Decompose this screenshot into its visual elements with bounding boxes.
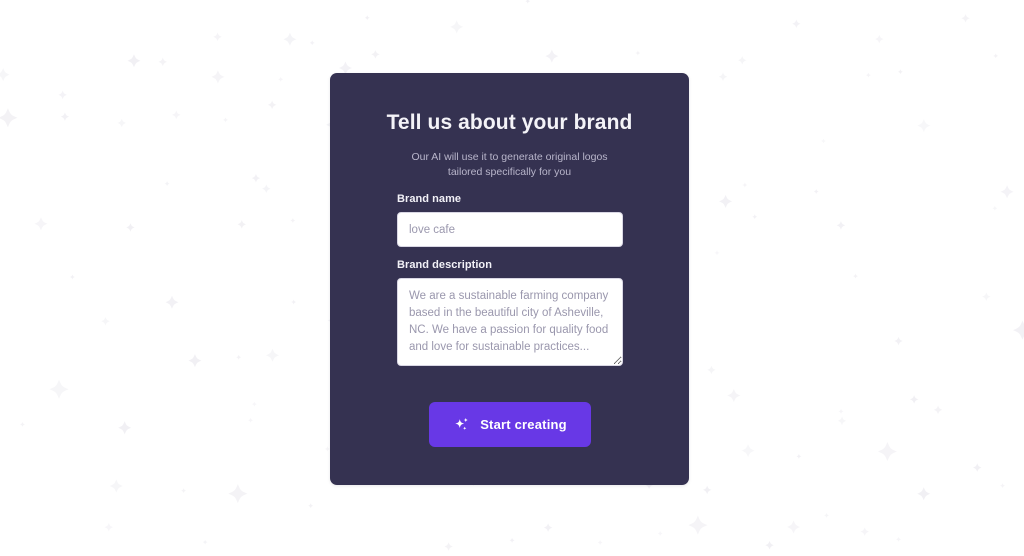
brand-name-field-group: Brand name xyxy=(397,193,623,247)
brand-description-field-group: Brand description xyxy=(397,259,623,366)
brand-description-label: Brand description xyxy=(397,259,492,271)
brand-description-textarea[interactable] xyxy=(397,278,623,366)
sparkles-icon xyxy=(455,417,469,430)
page-subtitle: Our AI will use it to generate original … xyxy=(411,150,608,178)
start-creating-button-label: Start creating xyxy=(480,417,567,432)
brand-name-input[interactable] xyxy=(397,212,623,247)
brand-form-card: Tell us about your brand Our AI will use… xyxy=(330,73,689,485)
app-root: Tell us about your brand Our AI will use… xyxy=(0,0,1024,556)
brand-name-label: Brand name xyxy=(397,193,462,205)
page-title: Tell us about your brand xyxy=(386,111,633,134)
start-creating-button[interactable]: Start creating xyxy=(429,402,591,447)
